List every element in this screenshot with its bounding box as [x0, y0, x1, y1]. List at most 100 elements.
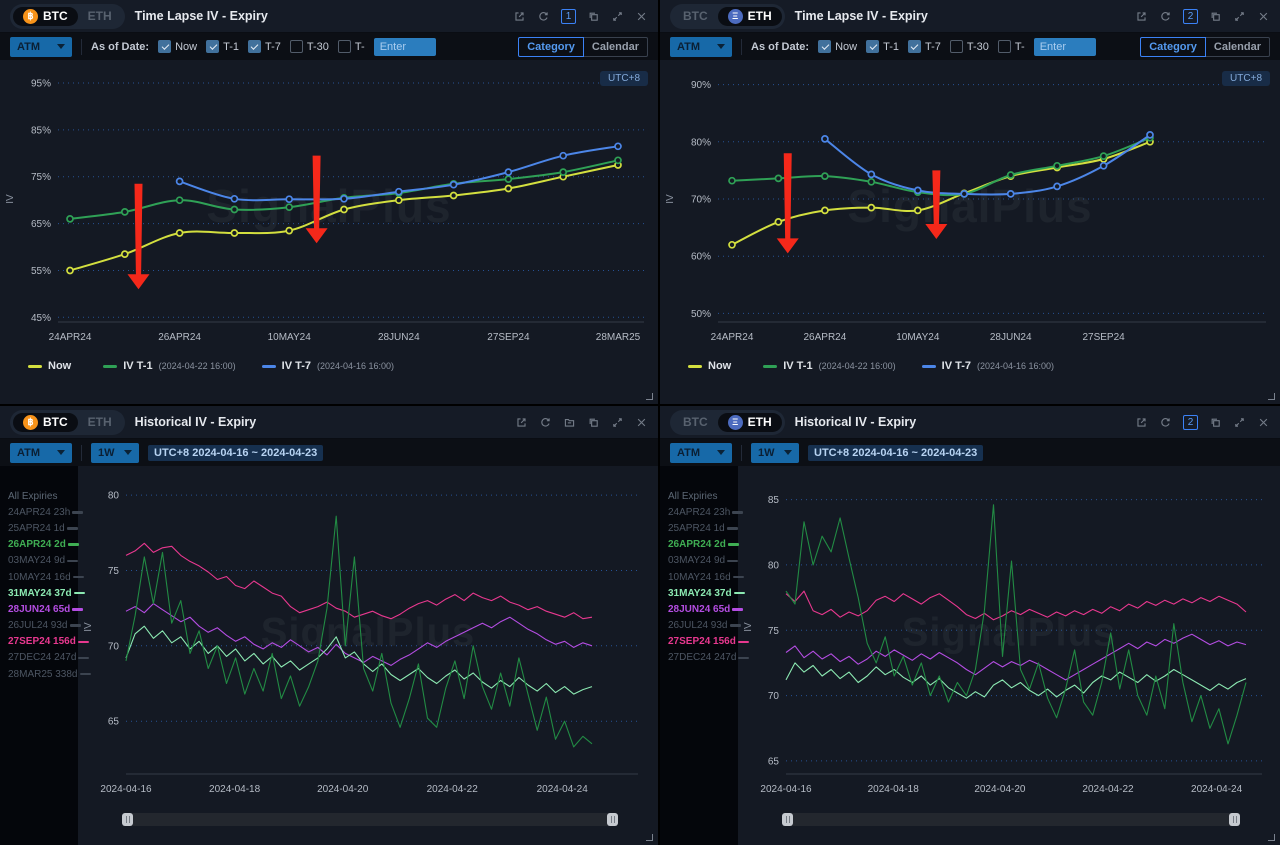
refresh-icon[interactable]	[539, 416, 552, 429]
close-icon[interactable]	[635, 10, 648, 23]
legend-item[interactable]: IV T-1(2024-04-22 16:00)	[763, 360, 895, 372]
slider-track[interactable]	[782, 813, 1240, 826]
expiry-item[interactable]: 31MAY24 37d	[667, 585, 733, 601]
strike-select[interactable]: ATM	[670, 443, 732, 463]
iv-historical-chart[interactable]: 85807570652024-04-162024-04-182024-04-20…	[738, 466, 1278, 800]
iv-historical-chart[interactable]: 807570652024-04-162024-04-182024-04-2020…	[78, 466, 656, 800]
window-count-badge[interactable]: 2	[1183, 415, 1198, 430]
tab-btc[interactable]: BTC	[673, 7, 718, 26]
expiry-item[interactable]: 28JUN24 65d	[7, 601, 73, 617]
tab-btc[interactable]: ฿ BTC	[13, 7, 78, 26]
expiry-item[interactable]: 26APR24 2d	[667, 537, 733, 553]
close-icon[interactable]	[635, 416, 648, 429]
calendar-button[interactable]: Calendar	[1206, 37, 1270, 57]
t-custom-input[interactable]	[1034, 38, 1096, 56]
checkbox-t-custom[interactable]: T-	[998, 40, 1025, 53]
category-button[interactable]: Category	[518, 37, 584, 57]
refresh-icon[interactable]	[1159, 10, 1172, 23]
tab-eth[interactable]: Ξ ETH	[718, 7, 782, 26]
expiry-item[interactable]: 28MAR25 338d	[7, 666, 73, 682]
date-range[interactable]: UTC+8 2024-04-16 ~ 2024-04-23	[808, 445, 983, 461]
resize-handle-icon[interactable]	[1268, 834, 1275, 841]
strike-select[interactable]: ATM	[670, 37, 732, 57]
checkbox-t1[interactable]: T-1	[206, 40, 239, 53]
slider-handle-right[interactable]	[607, 813, 618, 826]
checkbox-t7[interactable]: T-7	[248, 40, 281, 53]
external-link-icon[interactable]	[515, 416, 528, 429]
expiry-item[interactable]: 27SEP24 156d	[7, 634, 73, 650]
expiry-item[interactable]: 27DEC24 247d	[7, 650, 73, 666]
expiry-item[interactable]: 03MAY24 9d	[667, 553, 733, 569]
expiry-item[interactable]: 10MAY24 16d	[667, 569, 733, 585]
t-custom-input[interactable]	[374, 38, 436, 56]
legend-item[interactable]: IV T-7(2024-04-16 16:00)	[922, 360, 1054, 372]
external-link-icon[interactable]	[1135, 416, 1148, 429]
expiry-item-all[interactable]: All Expiries	[667, 488, 733, 504]
refresh-icon[interactable]	[1159, 416, 1172, 429]
duplicate-icon[interactable]	[587, 416, 600, 429]
tab-eth[interactable]: ETH	[78, 413, 122, 432]
expand-icon[interactable]	[611, 10, 624, 23]
expiry-item[interactable]: 26APR24 2d	[7, 537, 73, 553]
folder-icon[interactable]	[563, 416, 576, 429]
duplicate-icon[interactable]	[587, 10, 600, 23]
legend-item[interactable]: Now	[28, 360, 77, 372]
checkbox-t7[interactable]: T-7	[908, 40, 941, 53]
slider-handle-left[interactable]	[122, 813, 133, 826]
expiry-item[interactable]: 24APR24 23h	[667, 504, 733, 520]
close-icon[interactable]	[1257, 416, 1270, 429]
legend-item[interactable]: Now	[688, 360, 737, 372]
refresh-icon[interactable]	[537, 10, 550, 23]
slider-handle-left[interactable]	[782, 813, 793, 826]
legend-item[interactable]: IV T-7(2024-04-16 16:00)	[262, 360, 394, 372]
slider-track[interactable]	[122, 813, 618, 826]
slider-handle-right[interactable]	[1229, 813, 1240, 826]
expiry-item[interactable]: 26JUL24 93d	[667, 618, 733, 634]
expiry-item[interactable]: 10MAY24 16d	[7, 569, 73, 585]
checkbox-t1[interactable]: T-1	[866, 40, 899, 53]
close-icon[interactable]	[1257, 10, 1270, 23]
time-range-slider[interactable]	[738, 800, 1280, 845]
checkbox-now[interactable]: Now	[158, 40, 197, 53]
strike-select[interactable]: ATM	[10, 37, 72, 57]
strike-select[interactable]: ATM	[10, 443, 72, 463]
checkbox-t-custom[interactable]: T-	[338, 40, 365, 53]
iv-timelapse-chart[interactable]: 90%80%70%60%50%24APR2426APR2410MAY2428JU…	[660, 60, 1278, 352]
expiry-item[interactable]: 03MAY24 9d	[7, 553, 73, 569]
expiry-item[interactable]: 26JUL24 93d	[7, 618, 73, 634]
duplicate-icon[interactable]	[1209, 10, 1222, 23]
checkbox-t30[interactable]: T-30	[950, 40, 989, 53]
expand-icon[interactable]	[1233, 416, 1246, 429]
window-count-badge[interactable]: 1	[561, 9, 576, 24]
expiry-item[interactable]: 27DEC24 247d	[667, 650, 733, 666]
expand-icon[interactable]	[1233, 10, 1246, 23]
tab-eth[interactable]: ETH	[78, 7, 122, 26]
checkbox-t30[interactable]: T-30	[290, 40, 329, 53]
checkbox-now[interactable]: Now	[818, 40, 857, 53]
expiry-item[interactable]: 31MAY24 37d	[7, 585, 73, 601]
external-link-icon[interactable]	[1135, 10, 1148, 23]
tab-btc[interactable]: ฿ BTC	[13, 413, 78, 432]
period-select[interactable]: 1W	[751, 443, 799, 463]
expiry-item[interactable]: 28JUN24 65d	[667, 601, 733, 617]
resize-handle-icon[interactable]	[1268, 393, 1275, 400]
resize-handle-icon[interactable]	[646, 393, 653, 400]
expiry-item[interactable]: 25APR24 1d	[7, 520, 73, 536]
expiry-item[interactable]: 24APR24 23h	[7, 504, 73, 520]
date-range[interactable]: UTC+8 2024-04-16 ~ 2024-04-23	[148, 445, 323, 461]
calendar-button[interactable]: Calendar	[584, 37, 648, 57]
window-count-badge[interactable]: 2	[1183, 9, 1198, 24]
external-link-icon[interactable]	[513, 10, 526, 23]
expiry-item-all[interactable]: All Expiries	[7, 488, 73, 504]
tab-btc[interactable]: BTC	[673, 413, 718, 432]
legend-item[interactable]: IV T-1(2024-04-22 16:00)	[103, 360, 235, 372]
time-range-slider[interactable]	[78, 800, 658, 845]
period-select[interactable]: 1W	[91, 443, 139, 463]
duplicate-icon[interactable]	[1209, 416, 1222, 429]
resize-handle-icon[interactable]	[646, 834, 653, 841]
expiry-item[interactable]: 25APR24 1d	[667, 520, 733, 536]
expand-icon[interactable]	[611, 416, 624, 429]
tab-eth[interactable]: Ξ ETH	[718, 413, 782, 432]
expiry-item[interactable]: 27SEP24 156d	[667, 634, 733, 650]
category-button[interactable]: Category	[1140, 37, 1206, 57]
